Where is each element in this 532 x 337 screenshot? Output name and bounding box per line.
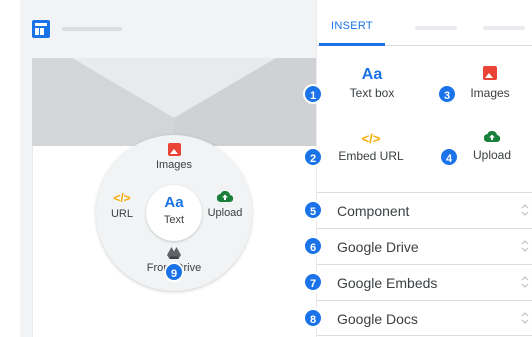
insert-text-box-button[interactable]: Aa Text box — [335, 66, 409, 100]
radial-images-label: Images — [155, 159, 193, 171]
banner-graphic — [32, 58, 316, 146]
section-google-drive[interactable]: Google Drive — [317, 228, 532, 264]
section-google-embeds[interactable]: Google Embeds — [317, 264, 532, 300]
unfold-icon — [521, 276, 529, 288]
embed-code-icon: </> — [113, 191, 131, 205]
editor-header — [20, 0, 316, 58]
image-icon — [483, 66, 497, 80]
radial-upload-label: Upload — [207, 207, 243, 219]
image-icon — [167, 143, 181, 156]
insert-images-label: Images — [470, 86, 510, 100]
section-google-drive-label: Google Drive — [337, 239, 419, 255]
active-tab-indicator — [319, 43, 385, 46]
unfold-icon — [521, 240, 529, 252]
section-component-label: Component — [337, 203, 410, 219]
radial-text-label: Text — [163, 214, 185, 226]
upload-cloud-icon — [217, 191, 233, 202]
google-drive-icon — [167, 247, 181, 259]
callout-badge-4: 4 — [439, 147, 459, 167]
callout-badge-8: 8 — [303, 308, 323, 328]
section-google-docs[interactable]: Google Docs — [317, 300, 532, 336]
unfold-icon — [521, 204, 529, 216]
tab-pages[interactable] — [415, 26, 457, 30]
section-google-docs-label: Google Docs — [337, 311, 418, 327]
section-component[interactable]: Component — [317, 192, 532, 228]
radial-url-label: URL — [110, 208, 133, 220]
insert-images-button[interactable]: Images — [453, 66, 527, 100]
tab-insert[interactable]: INSERT — [331, 20, 373, 32]
site-title-placeholder[interactable] — [62, 27, 122, 31]
insert-embed-url-button[interactable]: </> Embed URL — [331, 131, 411, 163]
tab-themes[interactable] — [483, 26, 525, 30]
insert-upload-button[interactable]: Upload — [457, 131, 527, 162]
section-google-embeds-label: Google Embeds — [337, 275, 438, 291]
insert-upload-label: Upload — [472, 148, 512, 162]
callout-badge-5: 5 — [303, 200, 323, 220]
callout-badge-3: 3 — [437, 84, 457, 104]
radial-text-button[interactable]: Aa Text — [146, 185, 202, 241]
callout-badge-2: 2 — [303, 147, 323, 167]
insert-text-box-label: Text box — [349, 86, 395, 100]
callout-badge-6: 6 — [303, 236, 323, 256]
insert-sidebar: INSERT Aa Text box 1 Images 3 </> Embed … — [303, 0, 532, 337]
unfold-icon — [521, 312, 529, 324]
sites-layout-icon[interactable] — [32, 20, 50, 38]
radial-images-button[interactable]: Images — [148, 143, 200, 172]
text-box-icon: Aa — [164, 194, 184, 211]
sidebar-tabbar: INSERT — [317, 0, 532, 46]
radial-url-button[interactable]: </> URL — [104, 191, 140, 221]
radial-upload-button[interactable]: Upload — [202, 191, 248, 220]
text-box-icon: Aa — [361, 66, 383, 83]
callout-badge-9: 9 — [164, 262, 184, 282]
upload-cloud-icon — [484, 131, 500, 142]
embed-code-icon: </> — [361, 131, 381, 146]
callout-badge-1: 1 — [303, 84, 323, 104]
insert-embed-url-label: Embed URL — [338, 149, 404, 163]
callout-badge-7: 7 — [303, 272, 323, 292]
header-banner[interactable] — [32, 58, 316, 146]
